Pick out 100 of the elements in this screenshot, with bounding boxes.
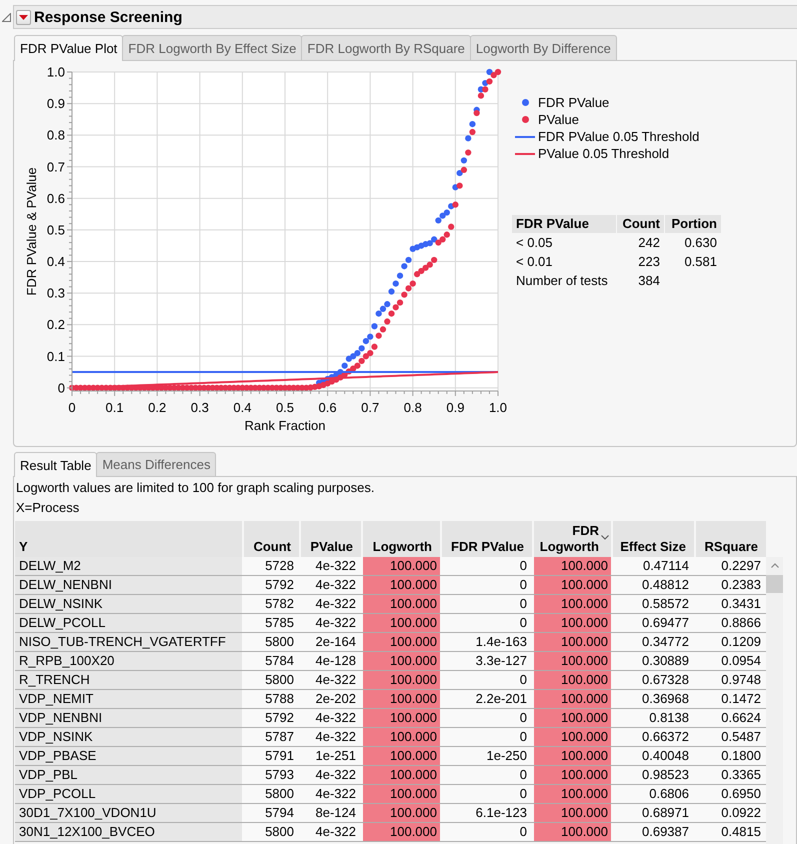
chevron-up-icon[interactable]	[770, 563, 778, 568]
column-header[interactable]: Count	[244, 521, 299, 557]
table-cell: 100.000	[534, 690, 611, 708]
table-cell-text: 0.1209	[720, 633, 762, 651]
table-cell-text: 5784	[264, 652, 295, 670]
tab[interactable]: FDR Logworth By RSquare	[301, 35, 471, 60]
table-cell-text: 5792	[264, 576, 295, 594]
tab[interactable]: FDR PValue Plot	[14, 35, 124, 61]
table-cell-text: 0.4815	[720, 823, 762, 841]
column-header[interactable]: Effect Size	[613, 521, 694, 557]
table-cell-text: 4e-322	[314, 576, 357, 594]
table-cell-text: Number of tests	[515, 272, 609, 290]
table-cell-text: 1e-250	[486, 747, 528, 765]
column-header: Count	[617, 215, 664, 233]
table-cell-text: 0.34772	[641, 633, 690, 651]
table-cell-text: 5800	[264, 785, 295, 803]
column-header[interactable]: FDR Logworth	[534, 521, 611, 557]
menu-button[interactable]	[16, 10, 31, 24]
column-header[interactable]: Logworth	[363, 521, 440, 557]
report-title: Response Screening	[34, 8, 182, 26]
table-cell: 100.000	[363, 728, 440, 746]
table-cell: R_RPB_100X20	[15, 652, 242, 670]
tab[interactable]: Result Table	[14, 452, 98, 477]
scrollbar[interactable]	[766, 557, 783, 844]
axis-tick-label: 0.5	[276, 400, 294, 415]
table-cell-text: 5782	[264, 595, 295, 613]
table-cell-text: 4e-322	[314, 728, 357, 746]
table-cell: VDP_NENBNI	[15, 709, 242, 727]
table-cell: 100.000	[534, 557, 611, 575]
table-cell: 100.000	[363, 652, 440, 670]
table-cell-text: 8e-124	[314, 804, 357, 822]
table-cell-text: 242	[637, 234, 661, 252]
table-cell-text: 5791	[264, 747, 295, 765]
table-cell-text: 0	[518, 709, 528, 727]
table-cell: 100.000	[534, 614, 611, 632]
table-cell: 100.000	[363, 595, 440, 613]
legend-label: PValue 0.05 Threshold	[538, 146, 670, 161]
table-cell: 100.000	[363, 785, 440, 803]
column-header[interactable]: RSquare	[696, 521, 766, 557]
disclosure-triangle-icon[interactable]	[2, 12, 11, 22]
table-cell-text: 4e-322	[314, 709, 357, 727]
axis-title: Rank Fraction	[244, 418, 326, 433]
table-cell-text: 5728	[264, 557, 295, 575]
table-cell-text: 0.581	[683, 253, 718, 271]
axis-title: FDR PValue & PValue	[24, 167, 39, 296]
table-cell-text: 0.30889	[641, 652, 690, 670]
table-cell: 100.000	[363, 747, 440, 765]
table-cell-text: 0.5487	[720, 728, 762, 746]
table-cell-text: 0.630	[683, 234, 718, 252]
tab[interactable]: FDR Logworth By Effect Size	[122, 35, 302, 60]
tab[interactable]: Means Differences	[96, 452, 216, 476]
table-cell-text: 0	[518, 557, 528, 575]
table-cell-text: 4e-322	[314, 671, 357, 689]
table-cell-text: 4e-322	[314, 766, 357, 784]
axis-tick-label: 0.4	[46, 254, 65, 269]
table-cell-text: 4e-322	[314, 614, 357, 632]
axis-tick-label: 0.3	[46, 286, 65, 301]
axis-tick-label: 0.3	[190, 400, 209, 415]
table-cell-text: 0	[518, 576, 528, 594]
table-cell: R_TRENCH	[15, 671, 242, 689]
table-cell: 100.000	[534, 576, 611, 594]
table-cell: NISO_TUB-TRENCH_VGATERTFF	[15, 633, 242, 651]
table-cell: 100.000	[363, 804, 440, 822]
table-cell-text: 0	[518, 595, 528, 613]
axis-tick-label: 0.1	[46, 348, 65, 364]
table-cell: 100.000	[363, 690, 440, 708]
table-cell-text: 0.6624	[720, 709, 762, 727]
column-header[interactable]: FDR PValue	[442, 521, 532, 557]
table-cell-text: 0	[518, 766, 528, 784]
table-cell: VDP_NEMIT	[15, 690, 242, 708]
column-header[interactable]: Y	[15, 521, 242, 557]
table-cell-text: 0.40048	[641, 747, 690, 765]
table-cell: 100.000	[363, 557, 440, 575]
table-cell-text: 0.6950	[720, 785, 762, 803]
table-cell-text: 5785	[264, 614, 295, 632]
axis-tick-label: 1.0	[46, 64, 65, 80]
table-cell-text: 0.68971	[641, 804, 690, 822]
data-point	[448, 224, 454, 230]
data-point	[396, 272, 404, 279]
table-cell: DELW_M2	[15, 557, 242, 575]
table-cell: 100.000	[534, 633, 611, 651]
table-cell-text: 5794	[264, 804, 295, 822]
column-header[interactable]: PValue	[301, 521, 361, 557]
table-cell-text: 0	[518, 671, 528, 689]
table-cell: 100.000	[534, 652, 611, 670]
column-header: FDR PValue	[512, 215, 616, 233]
table-cell-text: 0.8866	[720, 614, 762, 632]
legend-label: FDR PValue 0.05 Threshold	[538, 129, 700, 144]
axis-tick-label: 0	[68, 400, 76, 415]
table-cell-text: 1e-251	[314, 747, 357, 765]
tab[interactable]: Logworth By Difference	[470, 35, 617, 60]
table-cell: 100.000	[363, 766, 440, 784]
table-cell-text: 0.0922	[720, 804, 762, 822]
table-cell: DELW_PCOLL	[15, 614, 242, 632]
axis-tick-label: 0.6	[46, 190, 65, 206]
table-cell: 100.000	[534, 728, 611, 746]
table-cell: VDP_PBASE	[15, 747, 242, 765]
scrollbar-thumb[interactable]	[766, 575, 783, 593]
axis-tick-label: 0.1	[106, 400, 124, 415]
table-cell-text: 5788	[264, 690, 295, 708]
